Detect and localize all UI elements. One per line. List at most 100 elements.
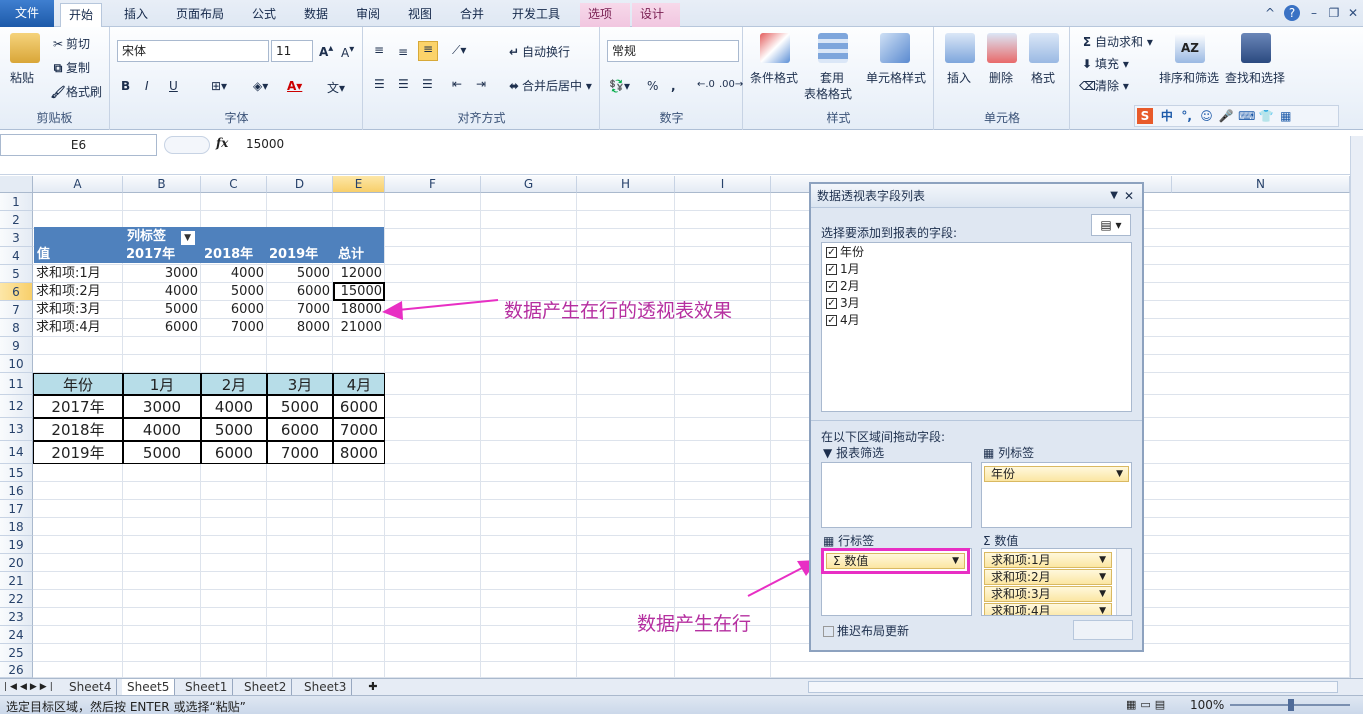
filter-area[interactable]	[821, 462, 972, 528]
minimize-icon[interactable]: –	[1306, 5, 1322, 21]
zoom-slider-thumb[interactable]	[1288, 699, 1294, 711]
dropdown-arrow-icon[interactable]: ▼	[1099, 570, 1106, 584]
sheet-tab[interactable]: Sheet4	[64, 679, 118, 695]
keyboard-icon[interactable]: ⌨	[1238, 108, 1255, 124]
phonetic-icon[interactable]: 文▾	[327, 79, 345, 96]
worksheet-grid[interactable]: ABCDEFGHIN 1 2 3 4 5 6 7 8 9 10 11 12 13 14 15 16 17 18 19…	[0, 136, 1363, 678]
checkbox-checked[interactable]: ✓	[826, 281, 837, 292]
tab-home[interactable]: 开始	[60, 3, 103, 28]
align-middle-icon[interactable]: ≡	[398, 45, 408, 59]
emoji-icon[interactable]: ☺	[1198, 108, 1214, 124]
formula-cancel-enter[interactable]	[164, 136, 210, 154]
dropdown-arrow-icon[interactable]: ▼	[1099, 604, 1106, 615]
value-field-pill[interactable]: 求和项:2月 ▼	[984, 569, 1112, 585]
checkbox-checked[interactable]: ✓	[826, 247, 837, 258]
rows-area[interactable]: Σ 数值 ▼	[821, 548, 972, 616]
clear-button[interactable]: ⌫清除 ▾	[1079, 77, 1129, 94]
value-field-pill[interactable]: 求和项:3月 ▼	[984, 586, 1112, 602]
sort-filter-icon[interactable]: AZ	[1175, 33, 1205, 63]
help-icon[interactable]: ?	[1284, 5, 1300, 21]
sheet-tab[interactable]: Sheet2	[239, 679, 293, 695]
collapse-ribbon-icon[interactable]: ^	[1262, 5, 1278, 21]
paste-button[interactable]: 粘贴	[10, 69, 34, 86]
insert-cells-icon[interactable]	[945, 33, 975, 63]
font-name-select[interactable]: 宋体	[117, 40, 269, 62]
punctuation-icon[interactable]: °,	[1179, 108, 1195, 124]
sheet-tab[interactable]: Sheet3	[299, 679, 353, 695]
pane-close-icon[interactable]: ✕	[1124, 184, 1134, 208]
border-icon[interactable]: ⊞▾	[211, 79, 227, 93]
cut-button[interactable]: ✂ 剪切	[50, 35, 90, 52]
tab-view[interactable]: 视图	[400, 3, 440, 27]
align-center-icon[interactable]: ☰	[398, 77, 409, 91]
increase-indent-icon[interactable]: ⇥	[476, 77, 486, 91]
delete-cells-button[interactable]: 删除	[989, 69, 1013, 86]
dropdown-arrow-icon[interactable]: ▼	[1116, 467, 1123, 481]
name-box[interactable]: E6	[0, 134, 157, 156]
sheet-tab[interactable]: Sheet5	[122, 679, 176, 695]
find-select-button[interactable]: 查找和选择	[1225, 69, 1285, 86]
values-area[interactable]: 求和项:1月 ▼ 求和项:2月 ▼ 求和项:3月 ▼ 求和项:4月 ▼	[981, 548, 1132, 616]
view-buttons-icon[interactable]: ▦▭▤	[1126, 698, 1169, 711]
sort-filter-button[interactable]: 排序和筛选	[1159, 69, 1219, 86]
dropdown-arrow-icon[interactable]: ▼	[952, 554, 959, 568]
grow-font-button[interactable]: A▴	[319, 43, 333, 59]
vertical-scrollbar[interactable]	[1350, 136, 1363, 678]
ime-mode-icon[interactable]: 中	[1159, 108, 1175, 124]
update-button[interactable]	[1073, 620, 1133, 640]
bold-button[interactable]: B	[121, 79, 130, 93]
decrease-indent-icon[interactable]: ⇤	[452, 77, 462, 91]
delete-cells-icon[interactable]	[987, 33, 1017, 63]
checkbox-checked[interactable]: ✓	[826, 315, 837, 326]
sheet-tab[interactable]: Sheet1	[180, 679, 234, 695]
horizontal-scrollbar[interactable]	[808, 681, 1338, 693]
tab-insert[interactable]: 插入	[116, 3, 156, 27]
tab-options[interactable]: 选项	[580, 3, 630, 27]
formula-input[interactable]: 15000	[236, 134, 284, 156]
tab-file[interactable]: 文件	[0, 0, 54, 27]
paste-icon[interactable]	[10, 33, 40, 63]
cell-styles-icon[interactable]	[880, 33, 910, 63]
number-format-select[interactable]: 常规	[607, 40, 739, 62]
value-field-pill[interactable]: 求和项:1月 ▼	[984, 552, 1112, 568]
field-item[interactable]: ✓ 3月	[826, 296, 860, 311]
value-field-pill[interactable]: 求和项:4月 ▼	[984, 603, 1112, 615]
checkbox-checked[interactable]: ✓	[826, 298, 837, 309]
toolbox-icon[interactable]: ▦	[1278, 108, 1294, 124]
font-size-select[interactable]: 11	[271, 40, 313, 62]
copy-button[interactable]: ⧉ 复制	[50, 59, 90, 76]
row-field-pill[interactable]: Σ 数值 ▼	[821, 548, 970, 574]
checkbox-checked[interactable]: ✓	[826, 264, 837, 275]
table-format-label-2[interactable]: 表格格式	[804, 85, 852, 102]
restore-icon[interactable]: ❐	[1326, 5, 1342, 21]
percent-button[interactable]: %	[647, 79, 658, 93]
currency-icon[interactable]: 💱▾	[609, 79, 630, 93]
align-bottom-icon[interactable]: ≡	[418, 41, 438, 61]
format-cells-icon[interactable]	[1029, 33, 1059, 63]
conditional-format-icon[interactable]	[760, 33, 790, 63]
tab-design[interactable]: 设计	[632, 3, 680, 27]
layout-options-button[interactable]: ▤ ▾	[1091, 214, 1131, 236]
values-scrollbar[interactable]	[1116, 549, 1131, 615]
sogou-icon[interactable]: S	[1137, 108, 1153, 124]
wrap-text-button[interactable]: ↵ 自动换行	[506, 43, 570, 60]
format-cells-button[interactable]: 格式	[1031, 69, 1055, 86]
format-painter-button[interactable]: 🖌格式刷	[50, 83, 102, 100]
tab-data[interactable]: 数据	[296, 3, 336, 27]
merge-center-button[interactable]: ⬌ 合并后居中 ▾	[506, 77, 592, 94]
underline-button[interactable]: U	[169, 79, 178, 93]
dropdown-arrow-icon[interactable]: ▼	[1099, 553, 1106, 567]
align-top-icon[interactable]: ≡	[374, 43, 384, 57]
column-field-pill[interactable]: 年份 ▼	[984, 466, 1129, 482]
field-item[interactable]: ✓ 年份	[826, 245, 864, 260]
new-sheet-icon[interactable]: ✚	[364, 679, 382, 695]
conditional-format-button[interactable]: 条件格式	[750, 69, 798, 86]
pane-menu-icon[interactable]: ▼	[1110, 184, 1118, 208]
fill-color-icon[interactable]: ◈▾	[253, 79, 268, 93]
align-right-icon[interactable]: ☰	[422, 77, 433, 91]
increase-decimal-icon[interactable]: ←.0	[697, 79, 715, 90]
field-item[interactable]: ✓ 4月	[826, 313, 860, 328]
cell-styles-button[interactable]: 单元格样式	[866, 69, 926, 86]
font-color-icon[interactable]: A▾	[287, 79, 302, 93]
table-format-icon[interactable]	[818, 33, 848, 63]
